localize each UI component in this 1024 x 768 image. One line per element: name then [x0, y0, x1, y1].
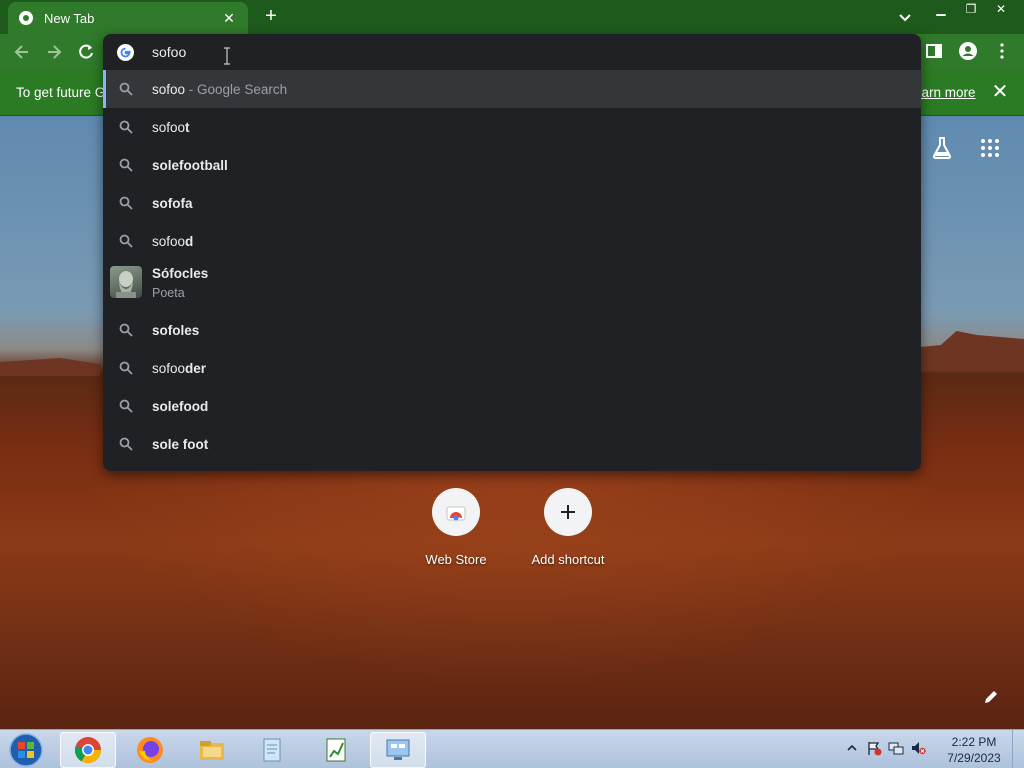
google-g-icon — [117, 44, 134, 61]
suggestion-item[interactable]: sofood — [103, 222, 921, 260]
start-button[interactable] — [6, 732, 46, 768]
omnibox-input[interactable] — [152, 42, 852, 62]
suggestion-item[interactable]: solefootball — [103, 146, 921, 184]
taskbar-control-panel[interactable] — [370, 732, 426, 768]
restore-icon[interactable]: ❐ — [956, 0, 986, 18]
suggestion-completion: der — [185, 360, 207, 376]
clock-time: 2:22 PM — [951, 735, 997, 749]
shortcut-label: Web Store — [425, 552, 487, 567]
action-center-flag-icon[interactable] — [866, 740, 882, 756]
info-bar-text: To get future G — [16, 85, 106, 100]
search-icon — [119, 399, 133, 413]
reload-icon[interactable] — [76, 42, 96, 62]
volume-muted-icon[interactable] — [910, 740, 926, 756]
system-tray — [844, 740, 926, 756]
mesa-shape-left — [0, 358, 100, 376]
profile-icon[interactable] — [958, 41, 978, 61]
suggestion-entity-sofocles[interactable]: Sófocles Poeta — [103, 260, 921, 304]
customize-pencil-icon[interactable] — [982, 688, 1000, 706]
shortcut-web-store[interactable]: Web Store — [411, 488, 501, 567]
suggestion-item[interactable]: sofoot — [103, 108, 921, 146]
taskbar: 2:22 PM 7/29/2023 — [0, 729, 1024, 768]
suggestion-completion: fa — [180, 195, 193, 211]
suggestion-item[interactable]: sole foot — [103, 425, 921, 463]
search-icon — [119, 120, 133, 134]
suggestion-typed: sofoo — [152, 233, 186, 249]
taskbar-notepad[interactable] — [244, 732, 300, 768]
suggestion-item[interactable]: sofooder — [103, 349, 921, 387]
search-icon — [119, 361, 133, 375]
suggestion-item[interactable]: sofofa — [103, 184, 921, 222]
suggestion-completion: d — [185, 233, 194, 249]
suggestion-typed: sofoo — [152, 119, 186, 135]
side-panel-icon[interactable] — [924, 41, 944, 61]
text-cursor-icon — [223, 47, 231, 65]
search-icon — [119, 437, 133, 451]
control-panel-icon — [386, 739, 410, 760]
taskbar-clock[interactable]: 2:22 PM 7/29/2023 — [942, 734, 1006, 766]
entity-subtitle: Poeta — [152, 286, 185, 300]
search-icon — [119, 158, 133, 172]
forward-icon[interactable] — [44, 42, 64, 62]
webstore-icon — [432, 488, 480, 536]
suggestion-completion: solefootball — [152, 157, 228, 173]
spreadsheet-icon — [326, 738, 346, 762]
suggestion-item[interactable]: sofoles — [103, 311, 921, 349]
taskbar-firefox[interactable] — [122, 732, 178, 768]
suggestion-search[interactable]: sofoo - Google Search — [103, 70, 921, 108]
tab-search-icon[interactable] — [896, 8, 914, 26]
suggestion-completion: t — [185, 119, 190, 135]
suggestion-completion: sofoles — [152, 322, 200, 338]
suggestion-item[interactable]: solefood — [103, 387, 921, 425]
taskbar-file-explorer[interactable] — [184, 732, 240, 768]
minimize-icon[interactable]: ▁ — [926, 0, 956, 18]
entity-title: Sófocles — [152, 266, 209, 281]
info-bar-close-icon[interactable]: ✕ — [990, 82, 1010, 102]
suggestion-separator: - — [185, 81, 198, 97]
search-icon — [119, 234, 133, 248]
omnibox-dropdown: sofoo - Google Search sofoot solefootbal… — [103, 34, 921, 471]
chrome-icon — [74, 737, 102, 764]
show-desktop-button[interactable] — [1012, 730, 1024, 768]
omnibox-input-row — [103, 34, 921, 70]
shortcut-add[interactable]: Add shortcut — [523, 488, 613, 567]
show-hidden-icons-icon[interactable] — [844, 740, 860, 756]
menu-icon[interactable] — [992, 41, 1012, 61]
suggestion-query: sofoo — [152, 81, 186, 97]
google-apps-icon[interactable] — [980, 138, 1000, 158]
tab-new-tab[interactable]: New Tab ✕ — [8, 2, 248, 34]
plus-icon — [544, 488, 592, 536]
network-icon[interactable] — [888, 740, 904, 756]
taskbar-chrome[interactable] — [60, 732, 116, 768]
firefox-icon — [137, 737, 163, 763]
tab-strip: New Tab ✕ + ▁ ❐ ✕ — [0, 0, 1024, 34]
suggestion-source: Google Search — [197, 81, 288, 97]
notepad-icon — [263, 738, 281, 762]
tab-close-icon[interactable]: ✕ — [220, 10, 238, 27]
tab-title: New Tab — [44, 10, 95, 26]
suggestion-typed: sofoo — [152, 360, 186, 376]
search-icon — [119, 196, 133, 210]
taskbar-spreadsheet[interactable] — [308, 732, 364, 768]
shortcut-label: Add shortcut — [531, 552, 605, 567]
mesa-shape — [920, 331, 1024, 371]
sofocles-thumbnail — [110, 266, 142, 298]
suggestion-completion: solefood — [152, 398, 209, 414]
search-icon — [119, 323, 133, 337]
learn-more-link[interactable]: earn more — [914, 85, 976, 100]
window-close-icon[interactable]: ✕ — [986, 0, 1016, 18]
suggestion-typed: sofo — [152, 195, 181, 211]
labs-flask-icon[interactable] — [930, 136, 954, 160]
new-tab-button[interactable]: + — [260, 6, 282, 28]
clock-date: 7/29/2023 — [947, 751, 1001, 765]
file-explorer-icon — [200, 741, 224, 760]
chrome-icon — [18, 10, 34, 26]
search-icon — [119, 82, 133, 96]
suggestion-completion: sole foot — [152, 436, 209, 452]
back-icon[interactable] — [12, 42, 32, 62]
